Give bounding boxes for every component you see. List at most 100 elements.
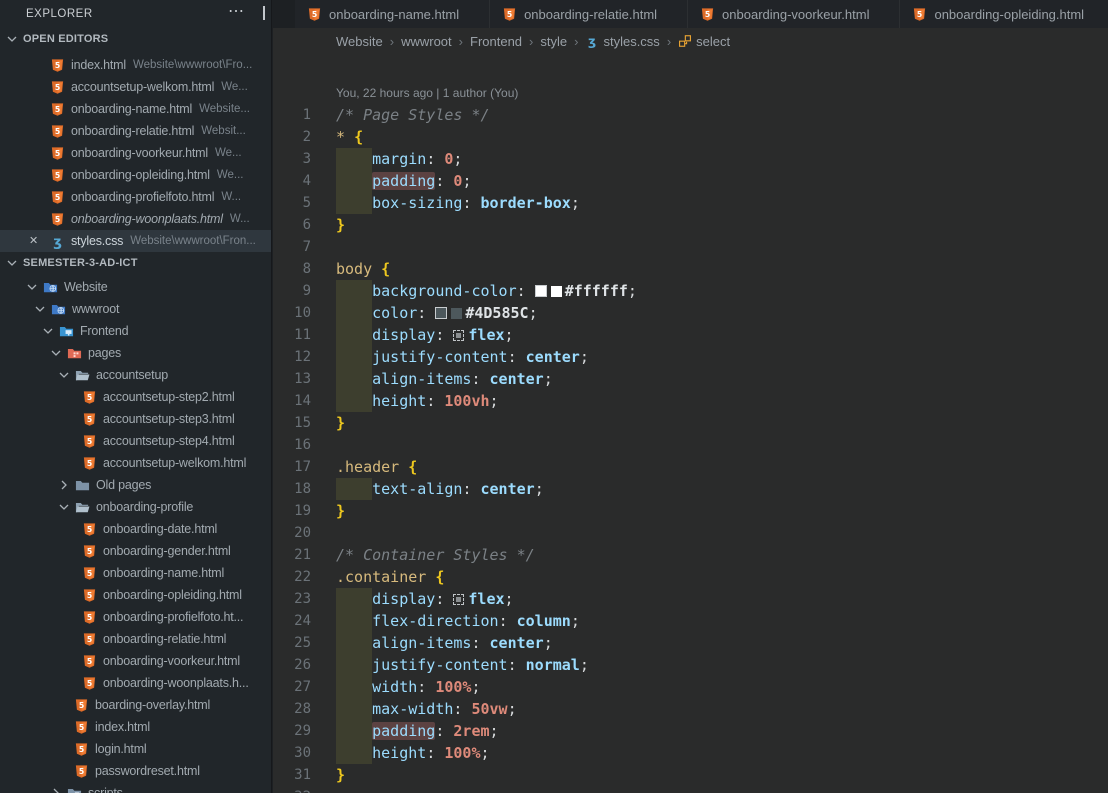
- svg-text:5: 5: [507, 10, 512, 19]
- svg-text:5: 5: [79, 723, 84, 732]
- tree-file-onboarding-voorkeur-html[interactable]: 5onboarding-voorkeur.html: [0, 650, 271, 672]
- tree-folder-accountsetup[interactable]: accountsetup: [0, 364, 271, 386]
- line-content[interactable]: /* Page Styles */: [336, 104, 490, 126]
- line-number: 31: [273, 764, 311, 786]
- breadcrumb-item-style[interactable]: style: [540, 34, 567, 49]
- tree-folder-website[interactable]: Website: [0, 276, 271, 298]
- code-token: center: [490, 634, 544, 652]
- line-content[interactable]: height: 100%;: [336, 742, 490, 764]
- line-number: 32: [273, 786, 311, 793]
- tree-file-accountsetup-step2-html[interactable]: 5accountsetup-step2.html: [0, 386, 271, 408]
- line-content[interactable]: .header {: [336, 456, 417, 478]
- line-content[interactable]: justify-content: normal;: [336, 654, 589, 676]
- tree-file-onboarding-gender-html[interactable]: 5onboarding-gender.html: [0, 540, 271, 562]
- file-path: We...: [221, 81, 248, 93]
- tree-folder-wwwroot[interactable]: wwwroot: [0, 298, 271, 320]
- tree-file-login-html[interactable]: 5login.html: [0, 738, 271, 760]
- tree-file-boarding-overlay-html[interactable]: 5boarding-overlay.html: [0, 694, 271, 716]
- line-content[interactable]: max-width: 50vw;: [336, 698, 517, 720]
- open-editor-item[interactable]: 5onboarding-profielfoto.htmlW...: [0, 186, 271, 208]
- line-content[interactable]: align-items: center;: [336, 368, 553, 390]
- breadcrumb-item-frontend[interactable]: Frontend: [470, 34, 522, 49]
- tab-onboarding-opleiding-html[interactable]: 5onboarding-opleiding.html: [900, 0, 1108, 28]
- tree-file-onboarding-date-html[interactable]: 5onboarding-date.html: [0, 518, 271, 540]
- open-editor-item[interactable]: 5accountsetup-welkom.htmlWe...: [0, 76, 271, 98]
- tree-file-accountsetup-welkom-html[interactable]: 5accountsetup-welkom.html: [0, 452, 271, 474]
- code-editor[interactable]: You, 22 hours ago | 1 author (You) 1/* P…: [273, 54, 1108, 793]
- line-content[interactable]: color: #4D585C;: [336, 302, 538, 324]
- tree-folder-onboarding-profile[interactable]: onboarding-profile: [0, 496, 271, 518]
- line-content[interactable]: padding: 0;: [336, 170, 471, 192]
- line-content[interactable]: body {: [336, 258, 390, 280]
- tree-file-onboarding-name-html[interactable]: 5onboarding-name.html: [0, 562, 271, 584]
- line-content[interactable]: justify-content: center;: [336, 346, 589, 368]
- open-editor-item[interactable]: 5onboarding-opleiding.htmlWe...: [0, 164, 271, 186]
- sash-indicator[interactable]: [263, 6, 265, 20]
- line-content[interactable]: width: 100%;: [336, 676, 481, 698]
- tab-onboarding-voorkeur-html[interactable]: 5onboarding-voorkeur.html: [688, 0, 900, 28]
- line-content[interactable]: display: flex;: [336, 588, 514, 610]
- line-content[interactable]: }: [336, 764, 345, 786]
- line-content[interactable]: }: [336, 412, 345, 434]
- color-swatch-outline[interactable]: [435, 307, 447, 319]
- tree-file-accountsetup-step4-html[interactable]: 5accountsetup-step4.html: [0, 430, 271, 452]
- tree-folder-scripts[interactable]: scripts: [0, 782, 271, 793]
- open-editor-item[interactable]: 5onboarding-relatie.htmlWebsit...: [0, 120, 271, 142]
- tree-file-index-html[interactable]: 5index.html: [0, 716, 271, 738]
- tree-file-onboarding-profielfoto-ht-[interactable]: 5onboarding-profielfoto.ht...: [0, 606, 271, 628]
- breadcrumb-item-website[interactable]: Website: [336, 34, 383, 49]
- code-token: :: [508, 656, 526, 674]
- codelens-blame[interactable]: You, 22 hours ago | 1 author (You): [336, 86, 1108, 102]
- line-content[interactable]: margin: 0;: [336, 148, 462, 170]
- line-content[interactable]: background-color: #ffffff;: [336, 280, 637, 302]
- project-section-header[interactable]: SEMESTER-3-AD-ICT: [0, 252, 271, 274]
- line-content[interactable]: /* Container Styles */: [336, 544, 535, 566]
- code-token: [336, 392, 372, 410]
- line-number: 8: [273, 258, 311, 280]
- open-editor-item[interactable]: ✕ʒstyles.cssWebsite\wwwroot\Fron...: [0, 230, 271, 252]
- code-token: [336, 612, 372, 630]
- tree-file-onboarding-woonplaats-h-[interactable]: 5onboarding-woonplaats.h...: [0, 672, 271, 694]
- more-actions-button[interactable]: ⋯: [228, 4, 245, 20]
- tree-file-onboarding-opleiding-html[interactable]: 5onboarding-opleiding.html: [0, 584, 271, 606]
- tab-onboarding-name-html[interactable]: 5onboarding-name.html: [295, 0, 490, 28]
- line-content[interactable]: .container {: [336, 566, 444, 588]
- flexbox-icon[interactable]: [453, 330, 464, 341]
- line-content[interactable]: box-sizing: border-box;: [336, 192, 580, 214]
- tree-file-onboarding-relatie-html[interactable]: 5onboarding-relatie.html: [0, 628, 271, 650]
- breadcrumb-item-wwwroot[interactable]: wwwroot: [401, 34, 452, 49]
- color-swatch[interactable]: [551, 286, 562, 297]
- open-editor-item[interactable]: 5onboarding-woonplaats.htmlW...: [0, 208, 271, 230]
- code-token: ;: [505, 590, 514, 608]
- tree-folder-frontend[interactable]: Frontend: [0, 320, 271, 342]
- tree-folder-old-pages[interactable]: Old pages: [0, 474, 271, 496]
- code-token: :: [426, 392, 444, 410]
- close-editor-button[interactable]: ✕: [29, 234, 38, 247]
- line-content[interactable]: * {: [336, 126, 363, 148]
- breadcrumb-label: styles.css: [603, 34, 659, 49]
- line-content[interactable]: align-items: center;: [336, 632, 553, 654]
- open-editor-item[interactable]: 5onboarding-voorkeur.htmlWe...: [0, 142, 271, 164]
- svg-text:5: 5: [87, 547, 92, 556]
- breadcrumb-item-styles-css[interactable]: ʒstyles.css: [585, 34, 659, 49]
- line-content[interactable]: }: [336, 214, 345, 236]
- tab-onboarding-relatie-html[interactable]: 5onboarding-relatie.html: [490, 0, 688, 28]
- svg-text:5: 5: [55, 193, 60, 202]
- open-editor-item[interactable]: 5index.htmlWebsite\wwwroot\Fro...: [0, 54, 271, 76]
- line-content[interactable]: text-align: center;: [336, 478, 544, 500]
- open-editor-item[interactable]: 5onboarding-name.htmlWebsite...: [0, 98, 271, 120]
- color-swatch[interactable]: [451, 308, 462, 319]
- tree-file-passwordreset-html[interactable]: 5passwordreset.html: [0, 760, 271, 782]
- flexbox-icon[interactable]: [453, 594, 464, 605]
- line-content[interactable]: display: flex;: [336, 324, 514, 346]
- line-content[interactable]: }: [336, 500, 345, 522]
- file-tree: WebsitewwwrootFrontendpagesaccountsetup5…: [0, 274, 271, 793]
- tree-file-accountsetup-step3-html[interactable]: 5accountsetup-step3.html: [0, 408, 271, 430]
- open-editors-section-header[interactable]: OPEN EDITORS: [0, 28, 271, 50]
- breadcrumb-item-select[interactable]: select: [678, 34, 730, 49]
- line-content[interactable]: padding: 2rem;: [336, 720, 499, 742]
- tree-folder-pages[interactable]: pages: [0, 342, 271, 364]
- color-swatch-outline[interactable]: [535, 285, 547, 297]
- line-content[interactable]: height: 100vh;: [336, 390, 499, 412]
- line-content[interactable]: flex-direction: column;: [336, 610, 580, 632]
